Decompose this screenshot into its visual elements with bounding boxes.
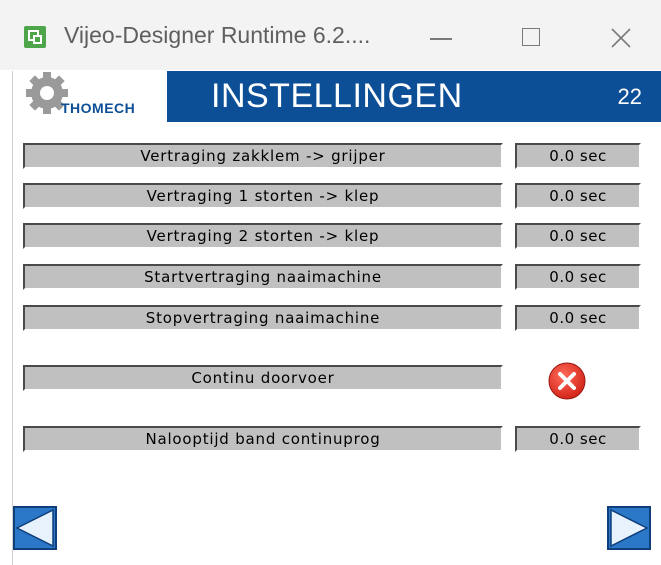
setting-label-continu-doorvoer: Continu doorvoer — [23, 365, 503, 391]
maximize-button[interactable] — [510, 18, 556, 58]
company-logo: THOMECH — [13, 71, 167, 122]
red-x-circle-icon[interactable] — [547, 361, 587, 401]
setting-value-vertraging-zakklem[interactable]: 0.0 sec — [515, 143, 641, 169]
setting-label-vertraging-zakklem: Vertraging zakklem -> grijper — [23, 143, 503, 169]
close-button[interactable] — [598, 18, 644, 58]
window-title: Vijeo-Designer Runtime 6.2.... — [64, 22, 371, 48]
setting-label-startvertraging: Startvertraging naaimachine — [23, 264, 503, 290]
setting-value-nalooptijd[interactable]: 0.0 sec — [515, 426, 641, 452]
arrow-right-icon[interactable] — [607, 506, 651, 550]
page-number: 22 — [617, 84, 642, 109]
page-title: INSTELLINGEN — [211, 77, 463, 115]
window-left-border — [0, 71, 13, 565]
setting-label-stopvertraging: Stopvertraging naaimachine — [23, 305, 503, 331]
setting-value-startvertraging[interactable]: 0.0 sec — [515, 264, 641, 290]
arrow-left-icon[interactable] — [13, 506, 57, 550]
screen-header: THOMECH INSTELLINGEN 22 — [13, 71, 661, 122]
app-icon — [24, 26, 46, 48]
setting-label-vertraging-2-storten: Vertraging 2 storten -> klep — [23, 223, 503, 249]
minimize-button[interactable] — [418, 18, 464, 58]
logo-text: THOMECH — [61, 100, 136, 116]
setting-value-vertraging-1-storten[interactable]: 0.0 sec — [515, 183, 641, 209]
close-icon — [611, 28, 631, 48]
window-titlebar: Vijeo-Designer Runtime 6.2.... — [0, 0, 661, 70]
setting-label-nalooptijd: Nalooptijd band continuprog — [23, 426, 503, 452]
setting-value-vertraging-2-storten[interactable]: 0.0 sec — [515, 223, 641, 249]
settings-panel: Vertraging zakklem -> grijper 0.0 sec Ve… — [13, 122, 661, 565]
setting-label-vertraging-1-storten: Vertraging 1 storten -> klep — [23, 183, 503, 209]
setting-value-stopvertraging[interactable]: 0.0 sec — [515, 305, 641, 331]
